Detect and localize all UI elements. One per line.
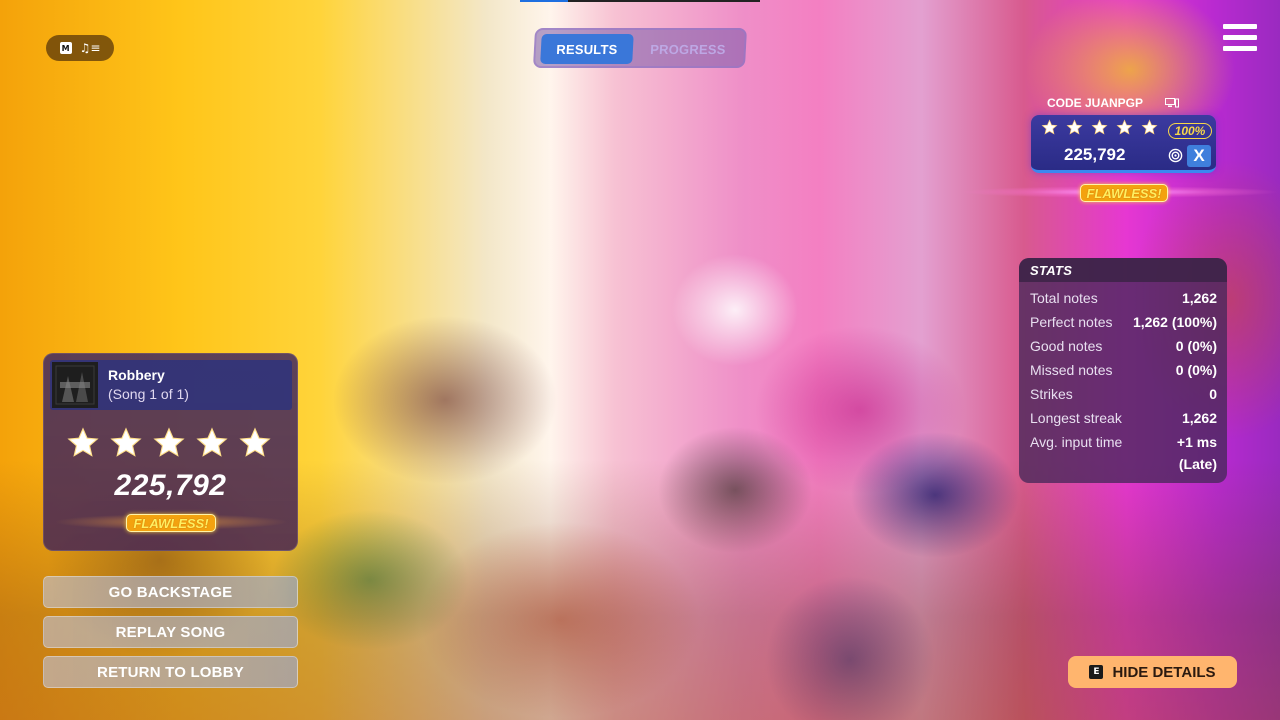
- m-key-icon: M: [59, 42, 72, 54]
- star-icon: [195, 426, 229, 460]
- stat-label: Missed notes: [1030, 362, 1113, 378]
- stat-value: +1 ms: [1176, 434, 1217, 450]
- player-score-card: 100% 225,792 X: [1031, 115, 1216, 173]
- stat-value: 0 (0%): [1175, 338, 1217, 354]
- stat-row: Total notes 1,262: [1030, 288, 1217, 308]
- player-stars: [1041, 119, 1158, 136]
- song-position: (Song 1 of 1): [108, 386, 189, 402]
- replay-song-button[interactable]: REPLAY SONG: [43, 616, 298, 648]
- music-notes-list-icon: ♫≡: [79, 41, 101, 55]
- star-icon: [66, 426, 100, 460]
- player-name: CODE JUANPGP: [1047, 96, 1144, 110]
- music-input-hint[interactable]: M ♫≡: [46, 35, 114, 61]
- player-flawless-badge: FLAWLESS!: [1080, 184, 1168, 202]
- stat-row: Perfect notes 1,262 (100%): [1030, 312, 1217, 332]
- e-key-icon: E: [1089, 665, 1104, 679]
- top-progress-line: [520, 0, 760, 2]
- hide-details-button[interactable]: E HIDE DETAILS: [1068, 656, 1237, 688]
- star-icon: [1141, 119, 1158, 136]
- stats-title: STATS: [1019, 258, 1227, 282]
- hamburger-menu-icon[interactable]: [1223, 24, 1257, 52]
- star-icon: [109, 426, 143, 460]
- tab-results[interactable]: RESULTS: [540, 34, 634, 64]
- stat-value: 1,262: [1181, 410, 1217, 426]
- song-result-card: Robbery (Song 1 of 1) 225,792 FLAWLESS!: [43, 353, 298, 551]
- stat-label: Total notes: [1030, 290, 1098, 306]
- song-score: 225,792: [114, 469, 227, 502]
- stat-value: 0 (0%): [1175, 362, 1217, 378]
- stat-row: Good notes 0 (0%): [1030, 336, 1217, 356]
- hide-details-label: HIDE DETAILS: [1112, 663, 1216, 681]
- song-header: Robbery (Song 1 of 1): [50, 360, 292, 410]
- player-score: 225,792: [1064, 145, 1126, 164]
- avg-input-note: (Late): [1178, 456, 1217, 472]
- stat-label: Avg. input time: [1030, 434, 1123, 450]
- return-to-lobby-button[interactable]: RETURN TO LOBBY: [43, 656, 298, 688]
- results-tabs: RESULTS PROGRESS: [532, 28, 748, 68]
- tab-progress[interactable]: PROGRESS: [639, 34, 737, 64]
- stat-value: 1,262: [1181, 290, 1217, 306]
- stat-label: Perfect notes: [1030, 314, 1113, 330]
- album-art-image-icon: [52, 362, 98, 408]
- song-title: Robbery: [108, 367, 165, 383]
- album-art: [52, 362, 98, 408]
- song-stars: [66, 426, 272, 460]
- stat-value: 1,262 (100%): [1132, 314, 1217, 330]
- star-icon: [1116, 119, 1133, 136]
- star-icon: [1066, 119, 1083, 136]
- stat-row: Avg. input time +1 ms: [1030, 432, 1217, 452]
- stat-value: 0: [1209, 386, 1217, 402]
- pc-icon: [1165, 98, 1179, 108]
- star-icon: [238, 426, 272, 460]
- controller-x-button-icon: X: [1187, 145, 1211, 167]
- stat-row: Strikes 0: [1030, 384, 1217, 404]
- accuracy-badge: 100%: [1168, 123, 1212, 139]
- stat-row: Longest streak 1,262: [1030, 408, 1217, 428]
- stat-row: Missed notes 0 (0%): [1030, 360, 1217, 380]
- star-icon: [152, 426, 186, 460]
- stat-label: Longest streak: [1030, 410, 1122, 426]
- go-backstage-button[interactable]: GO BACKSTAGE: [43, 576, 298, 608]
- song-flawless-badge: FLAWLESS!: [126, 514, 216, 532]
- star-icon: [1041, 119, 1058, 136]
- stats-panel: STATS Total notes 1,262 Perfect notes 1,…: [1019, 258, 1227, 483]
- target-icon: [1168, 148, 1183, 163]
- star-icon: [1091, 119, 1108, 136]
- stat-label: Good notes: [1030, 338, 1103, 354]
- stat-label: Strikes: [1030, 386, 1073, 402]
